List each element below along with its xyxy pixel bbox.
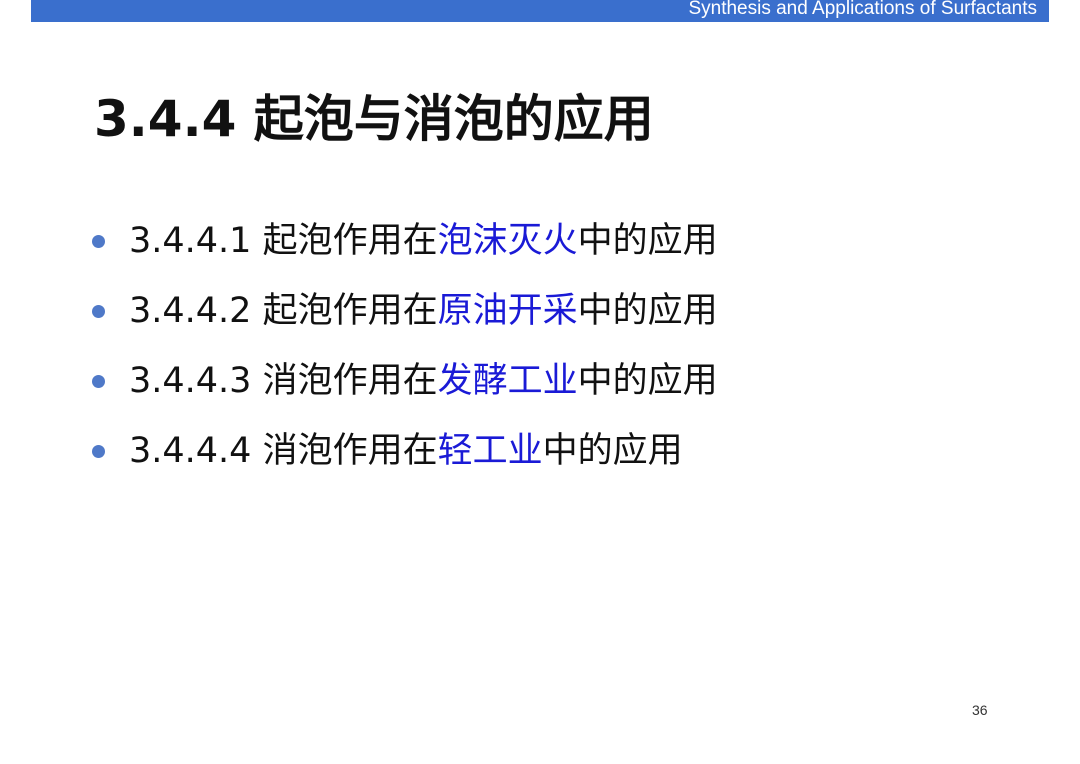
bullet-prefix: 消泡作用在 [262,361,438,401]
bullet-highlight: 轻工业 [437,431,543,471]
bullet-suffix: 中的应用 [577,221,718,261]
bullet-item: 3.4.4.4 消泡作用在轻工业中的应用 [92,416,718,486]
bullet-prefix: 消泡作用在 [262,431,438,471]
bullet-highlight: 原油开采 [437,291,578,331]
bullet-text: 3.4.4.1 起泡作用在泡沫灭火中的应用 [129,206,718,276]
bullet-number: 3.4.4.4 [129,431,252,471]
bullet-item: 3.4.4.1 起泡作用在泡沫灭火中的应用 [92,206,718,276]
bullet-list: 3.4.4.1 起泡作用在泡沫灭火中的应用 3.4.4.2 起泡作用在原油开采中… [92,206,718,486]
header-bar: Synthesis and Applications of Surfactant… [31,0,1049,22]
header-course-title: Synthesis and Applications of Surfactant… [688,0,1037,19]
bullet-suffix: 中的应用 [542,431,683,471]
bullet-prefix: 起泡作用在 [262,221,438,261]
slide-title: 3.4.4 起泡与消泡的应用 [94,90,654,148]
bullet-suffix: 中的应用 [577,291,718,331]
bullet-dot-icon [92,304,105,318]
bullet-suffix: 中的应用 [577,361,718,401]
bullet-number: 3.4.4.3 [129,361,252,401]
bullet-text: 3.4.4.2 起泡作用在原油开采中的应用 [129,276,718,346]
page-number: 36 [972,702,988,718]
bullet-highlight: 泡沫灭火 [437,221,578,261]
bullet-item: 3.4.4.2 起泡作用在原油开采中的应用 [92,276,718,346]
bullet-dot-icon [92,374,105,388]
bullet-dot-icon [92,234,105,248]
bullet-prefix: 起泡作用在 [262,291,438,331]
bullet-item: 3.4.4.3 消泡作用在发酵工业中的应用 [92,346,718,416]
bullet-number: 3.4.4.1 [129,221,252,261]
bullet-dot-icon [92,444,105,458]
bullet-text: 3.4.4.3 消泡作用在发酵工业中的应用 [129,346,718,416]
bullet-number: 3.4.4.2 [129,291,252,331]
bullet-text: 3.4.4.4 消泡作用在轻工业中的应用 [129,416,683,486]
bullet-highlight: 发酵工业 [437,361,578,401]
